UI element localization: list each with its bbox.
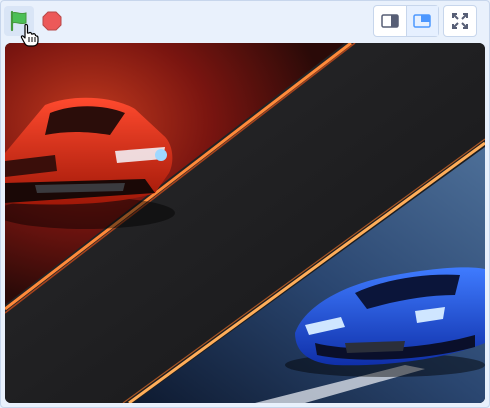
- green-flag-icon: [10, 10, 27, 32]
- green-flag-button[interactable]: [4, 6, 34, 36]
- racing-backdrop: [5, 43, 485, 403]
- stop-button[interactable]: [37, 6, 67, 36]
- stage-window: [0, 0, 490, 408]
- large-stage-icon: [413, 14, 431, 28]
- large-stage-button[interactable]: [406, 6, 438, 36]
- stage-toolbar: [1, 1, 490, 43]
- full-screen-icon: [452, 13, 468, 29]
- stage-canvas[interactable]: [5, 43, 485, 403]
- full-screen-button[interactable]: [443, 5, 477, 37]
- small-stage-button[interactable]: [374, 6, 407, 36]
- small-stage-icon: [381, 14, 399, 28]
- stage-size-toggle: [373, 5, 439, 37]
- stop-icon: [42, 11, 62, 31]
